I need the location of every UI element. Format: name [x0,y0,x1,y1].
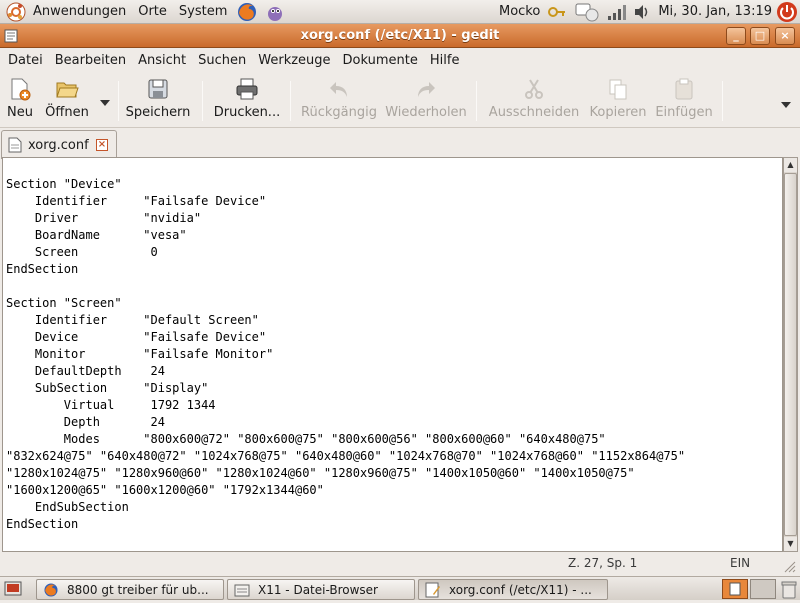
workspace-switcher-active[interactable] [722,579,748,599]
open-recent-dropdown[interactable] [98,77,112,125]
taskbar-label: 8800 gt treiber für ub... [67,582,209,597]
printer-icon [235,77,259,101]
copy-button[interactable]: Kopieren [588,77,648,125]
redo-button[interactable]: Wiederholen [384,77,468,125]
ubuntu-logo-icon[interactable] [5,1,27,23]
workspace-switcher-inactive[interactable] [750,579,776,599]
menu-edit[interactable]: Bearbeiten [49,53,132,68]
open-folder-icon [55,77,79,101]
top-panel: Anwendungen Orte System Mocko Mi, 30. Ja… [0,0,800,24]
chevron-down-icon [100,95,110,110]
scroll-down-icon[interactable]: ▼ [784,537,797,551]
document-tabs: xorg.conf × [0,129,800,159]
taskbar-item-gedit[interactable]: xorg.conf (/etc/X11) - ... [418,579,608,600]
pidgin-launcher-icon[interactable] [264,1,286,23]
print-label: Drucken... [213,105,281,120]
show-desktop-icon[interactable] [4,580,22,598]
menu-search[interactable]: Suchen [192,53,252,68]
open-button[interactable]: Öffnen [40,77,94,125]
bottom-panel: 8800 gt treiber für ub... X11 - Datei-Br… [0,576,800,600]
insert-mode: EIN [730,556,751,570]
paste-button[interactable]: Einfügen [654,77,714,125]
tab-label: xorg.conf [28,137,89,153]
save-label: Speichern [125,105,191,120]
toolbar: Neu Öffnen Speichern Drucken... Rückgäng… [0,73,800,128]
firefox-launcher-icon[interactable] [236,1,258,23]
redo-icon [414,77,438,101]
toolbar-overflow-button[interactable] [778,77,794,125]
file-manager-icon [234,582,250,598]
resize-grip-icon[interactable] [782,559,796,573]
close-window-button[interactable]: × [775,27,795,45]
cursor-position: Z. 27, Sp. 1 [568,556,638,570]
menubar: Datei Bearbeiten Ansicht Suchen Werkzeug… [0,48,800,73]
gedit-app-icon[interactable] [4,29,18,43]
paste-icon [672,77,696,101]
menu-applications[interactable]: Anwendungen [27,0,132,24]
toolbar-separator [118,81,119,121]
shutdown-icon[interactable] [776,1,798,23]
text-file-icon [8,137,22,153]
trash-icon[interactable] [780,579,798,599]
vertical-scrollbar[interactable]: ▲ ▼ [783,157,798,552]
clock[interactable]: Mi, 30. Jan, 13:19 [654,0,776,24]
minimize-button[interactable]: _ [726,27,746,45]
menu-help[interactable]: Hilfe [424,53,466,68]
taskbar-item-file-browser[interactable]: X11 - Datei-Browser [227,579,415,600]
taskbar-label: X11 - Datei-Browser [258,582,378,597]
new-document-icon [8,77,32,101]
editor-content: Section "Device" Identifier "Failsafe De… [6,177,686,531]
keys-icon[interactable] [547,2,567,22]
user-name[interactable]: Mocko [493,0,544,24]
print-button[interactable]: Drucken... [212,77,282,125]
copy-label: Kopieren [589,105,647,120]
scrollbar-thumb[interactable] [784,173,797,536]
window-title: xorg.conf (/etc/X11) - gedit [300,28,500,43]
close-tab-icon[interactable]: × [96,139,108,151]
save-icon [146,77,170,101]
maximize-button[interactable]: □ [750,27,770,45]
copy-icon [606,77,630,101]
scroll-up-icon[interactable]: ▲ [784,158,797,172]
new-button[interactable]: Neu [4,77,36,125]
undo-label: Rückgängig [301,105,377,120]
volume-icon[interactable] [633,3,651,21]
gedit-icon [425,582,441,598]
taskbar-item-firefox[interactable]: 8800 gt treiber für ub... [36,579,224,600]
menu-view[interactable]: Ansicht [132,53,192,68]
save-button[interactable]: Speichern [124,77,192,125]
cut-button[interactable]: Ausschneiden [486,77,582,125]
toolbar-separator [476,81,477,121]
undo-button[interactable]: Rückgängig [300,77,378,125]
tab-xorg-conf[interactable]: xorg.conf × [1,130,117,159]
menu-system[interactable]: System [173,0,233,24]
open-label: Öffnen [45,105,89,120]
toolbar-separator [290,81,291,121]
menu-places[interactable]: Orte [132,0,173,24]
redo-label: Wiederholen [385,105,467,120]
chevron-down-icon [781,97,791,112]
cut-label: Ausschneiden [488,105,580,120]
text-editor[interactable]: Section "Device" Identifier "Failsafe De… [2,157,783,552]
statusbar: Z. 27, Sp. 1 EIN [0,553,800,575]
toolbar-separator [202,81,203,121]
network-monitor-icon[interactable] [574,1,600,23]
scissors-icon [522,77,546,101]
menu-documents[interactable]: Dokumente [337,53,424,68]
window-titlebar[interactable]: xorg.conf (/etc/X11) - gedit _ □ × [0,24,800,48]
firefox-icon [43,582,59,598]
signal-strength-icon[interactable] [607,3,627,21]
menu-file[interactable]: Datei [2,53,49,68]
new-label: Neu [7,105,33,120]
toolbar-separator [722,81,723,121]
undo-icon [327,77,351,101]
taskbar-label: xorg.conf (/etc/X11) - ... [449,582,592,597]
menu-tools[interactable]: Werkzeuge [252,53,336,68]
paste-label: Einfügen [655,105,713,120]
